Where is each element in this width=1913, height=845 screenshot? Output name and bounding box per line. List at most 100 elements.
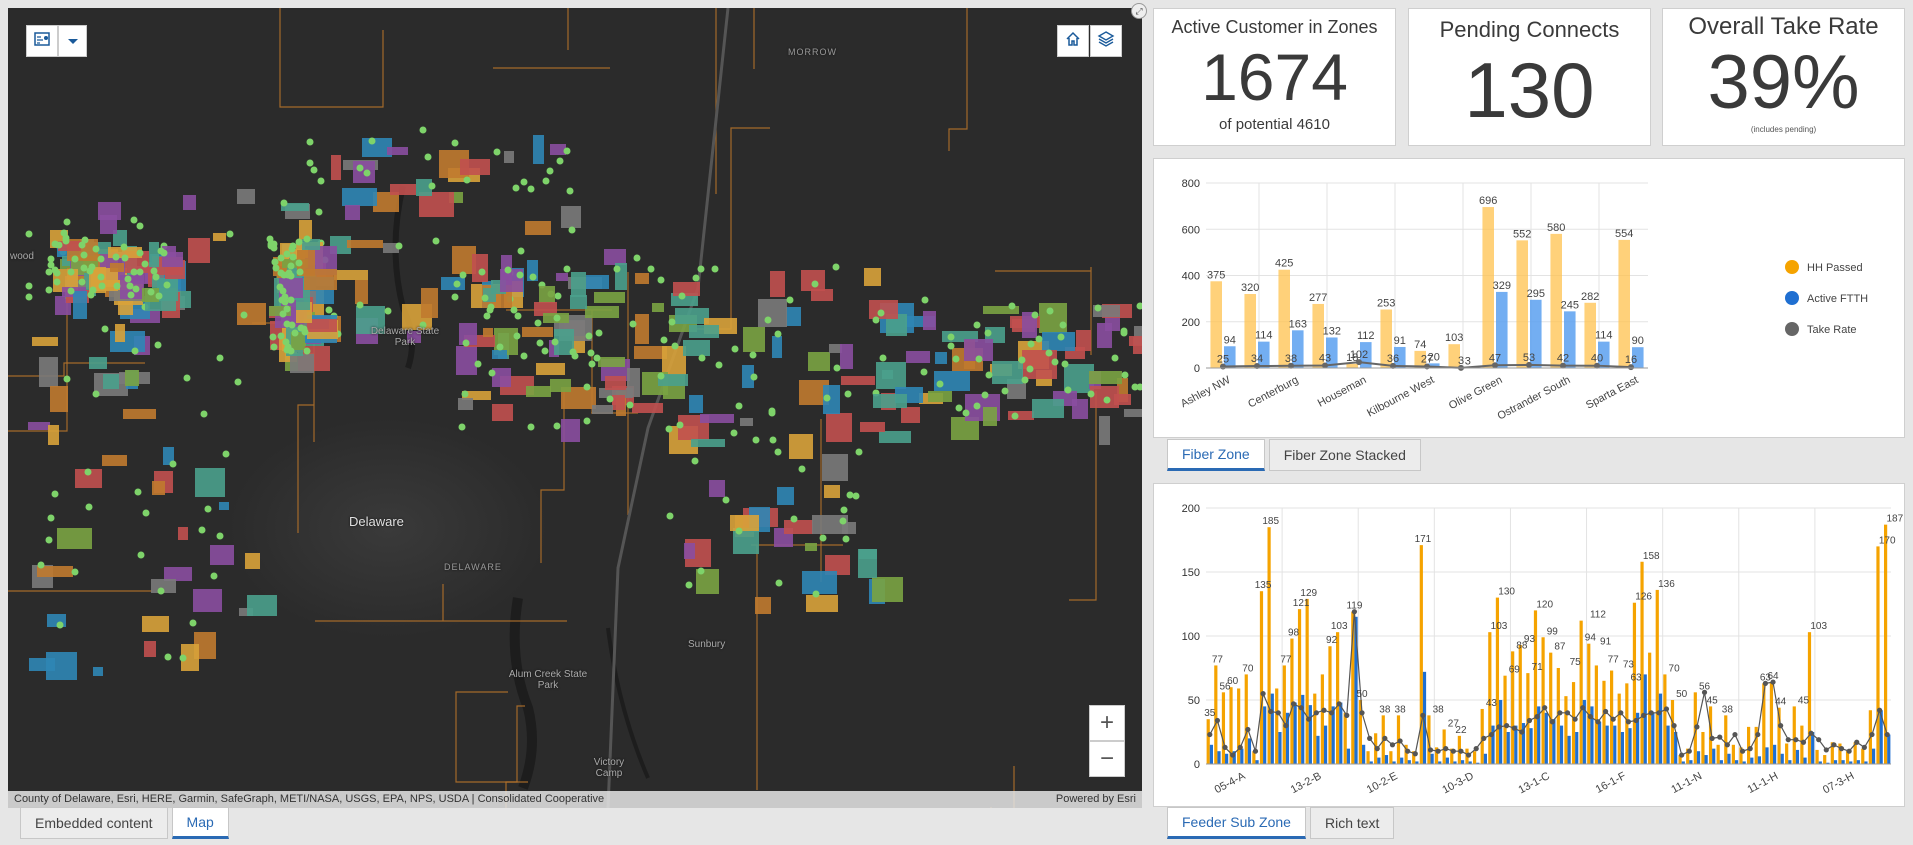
take-rate-point[interactable] xyxy=(1587,714,1593,720)
customer-point[interactable] xyxy=(136,222,144,230)
bar-active-ftth[interactable] xyxy=(1445,757,1449,764)
bar-hh-passed[interactable] xyxy=(1746,726,1751,764)
customer-point[interactable] xyxy=(55,241,63,249)
bar-hh-passed[interactable] xyxy=(1259,591,1264,764)
customer-point[interactable] xyxy=(660,336,668,344)
customer-point[interactable] xyxy=(216,532,224,540)
customer-point[interactable] xyxy=(749,351,757,359)
customer-point[interactable] xyxy=(493,148,501,156)
customer-point[interactable] xyxy=(226,230,234,238)
customer-point[interactable] xyxy=(136,249,144,257)
bar-hh-passed[interactable] xyxy=(1335,632,1340,764)
bar-hh-passed[interactable] xyxy=(1305,598,1309,764)
bar-active-ftth[interactable] xyxy=(1613,725,1617,764)
take-rate-point[interactable] xyxy=(1237,744,1243,750)
customer-point[interactable] xyxy=(67,268,75,276)
customer-point[interactable] xyxy=(551,338,559,346)
customer-point[interactable] xyxy=(432,237,440,245)
fiber-zone-polygon[interactable] xyxy=(604,249,626,265)
take-rate-point[interactable] xyxy=(1724,742,1730,748)
customer-point[interactable] xyxy=(1008,302,1016,310)
bar-active-ftth[interactable] xyxy=(1263,706,1267,764)
bar-active-ftth[interactable] xyxy=(1278,732,1282,764)
take-rate-point[interactable] xyxy=(1564,710,1571,716)
customer-point[interactable] xyxy=(692,274,700,282)
take-rate-point[interactable] xyxy=(1306,716,1312,722)
customer-point[interactable] xyxy=(134,488,142,496)
fiber-zone-polygon[interactable] xyxy=(802,571,837,594)
fiber-zone-polygon[interactable] xyxy=(290,354,314,373)
legend-label[interactable]: Active FTTH xyxy=(1807,293,1868,305)
fiber-zone-polygon[interactable] xyxy=(304,269,337,290)
customer-point[interactable] xyxy=(685,581,693,589)
bar-hh-passed[interactable] xyxy=(1221,692,1226,764)
map-view[interactable]: Delaware Delaware State Park MORROW DELA… xyxy=(8,8,1142,808)
take-rate-point[interactable] xyxy=(1823,747,1829,753)
bar-hh-passed[interactable] xyxy=(1602,680,1606,764)
bar-active-ftth[interactable] xyxy=(1483,753,1488,764)
customer-point[interactable] xyxy=(291,329,299,337)
take-rate-point[interactable] xyxy=(1869,731,1875,738)
customer-point[interactable] xyxy=(81,236,89,244)
tab-feeder-sub-zone[interactable]: Feeder Sub Zone xyxy=(1167,807,1306,839)
fiber-zone-polygon[interactable] xyxy=(598,357,625,367)
customer-point[interactable] xyxy=(833,364,841,372)
fiber-zone-polygon[interactable] xyxy=(458,398,473,410)
take-rate-point[interactable] xyxy=(1328,710,1335,716)
take-rate-point[interactable] xyxy=(1321,707,1327,713)
customer-point[interactable] xyxy=(45,286,53,294)
customer-point[interactable] xyxy=(101,325,109,333)
customer-point[interactable] xyxy=(288,321,296,329)
bar-active-ftth[interactable] xyxy=(1430,753,1434,764)
customer-point[interactable] xyxy=(296,268,304,276)
customer-point[interactable] xyxy=(130,216,138,224)
fiber-zone-polygon[interactable] xyxy=(441,277,465,290)
customer-point[interactable] xyxy=(164,653,172,661)
customer-point[interactable] xyxy=(270,343,278,351)
customer-point[interactable] xyxy=(474,360,482,368)
customer-point[interactable] xyxy=(1031,311,1039,319)
fiber-zone-polygon[interactable] xyxy=(806,595,838,612)
customer-point[interactable] xyxy=(179,654,187,662)
customer-point[interactable] xyxy=(85,503,93,511)
customer-point[interactable] xyxy=(419,126,427,134)
customer-point[interactable] xyxy=(730,429,738,437)
bar-hh-passed[interactable] xyxy=(1724,715,1728,764)
feeder-sub-zone-chart[interactable]: 0 50 100 150 200 35 77 56 60 70 135 185 77 98 121 129 92… xyxy=(1153,483,1905,807)
legend-label[interactable]: Take Rate xyxy=(1807,324,1857,336)
fiber-zone-polygon[interactable] xyxy=(73,291,87,319)
customer-point[interactable] xyxy=(155,292,163,300)
fiber-zone-polygon[interactable] xyxy=(193,589,222,612)
customer-point[interactable] xyxy=(542,177,550,185)
bar-active-ftth[interactable] xyxy=(1499,700,1503,764)
fiber-zone-polygon[interactable] xyxy=(923,311,936,330)
customer-point[interactable] xyxy=(1001,387,1009,395)
customer-point[interactable] xyxy=(1011,412,1019,420)
fiber-zone-polygon[interactable] xyxy=(110,263,124,272)
take-rate-point[interactable] xyxy=(1298,705,1304,711)
customer-point[interactable] xyxy=(666,512,674,520)
customer-point[interactable] xyxy=(67,287,75,295)
take-rate-point[interactable] xyxy=(1268,708,1274,715)
customer-point[interactable] xyxy=(112,253,120,261)
take-rate-point[interactable] xyxy=(1260,691,1266,697)
fiber-zone-polygon[interactable] xyxy=(526,386,551,397)
home-button[interactable] xyxy=(1057,25,1089,57)
customer-point[interactable] xyxy=(283,305,291,313)
customer-point[interactable] xyxy=(553,422,561,430)
fiber-zone-polygon[interactable] xyxy=(841,376,875,385)
legend-swatch[interactable] xyxy=(1785,260,1799,274)
fiber-zone-polygon[interactable] xyxy=(550,379,571,392)
customer-point[interactable] xyxy=(955,404,963,412)
customer-point[interactable] xyxy=(137,551,145,559)
fiber-zone-polygon[interactable] xyxy=(801,270,825,291)
fiber-zone-polygon[interactable] xyxy=(689,395,703,413)
take-rate-point[interactable] xyxy=(1648,710,1654,716)
customer-point[interactable] xyxy=(163,281,171,289)
fiber-zone-polygon[interactable] xyxy=(195,468,225,497)
fiber-zone-polygon[interactable] xyxy=(784,520,813,534)
customer-point[interactable] xyxy=(823,394,831,402)
bar-active-ftth[interactable] xyxy=(1841,760,1845,764)
customer-point[interactable] xyxy=(517,247,525,255)
bar-active-ftth[interactable] xyxy=(1339,702,1343,764)
